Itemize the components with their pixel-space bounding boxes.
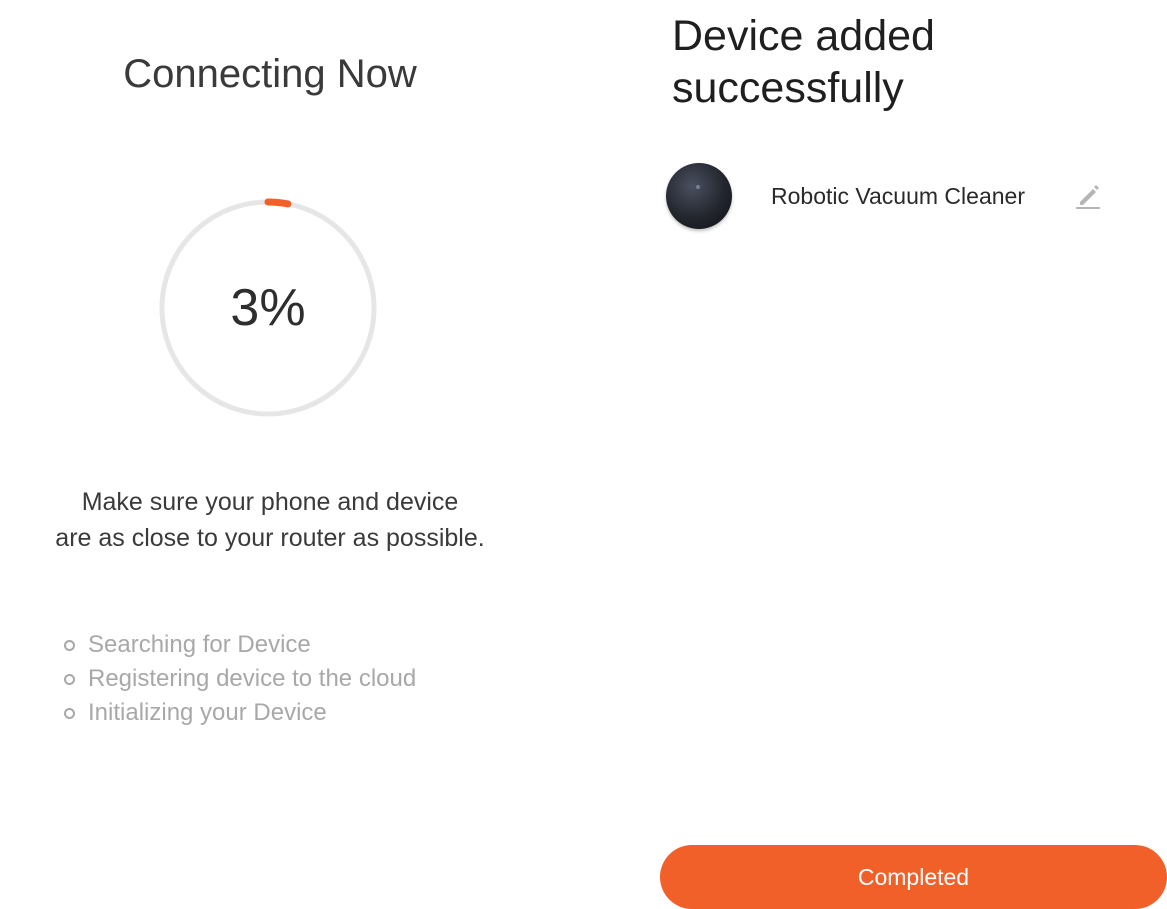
step-label: Searching for Device <box>88 631 311 658</box>
step-label: Registering device to the cloud <box>88 665 417 692</box>
proximity-hint: Make sure your phone and device are as c… <box>0 484 540 556</box>
device-added-title: Device added successfully <box>672 10 935 114</box>
step-registering: Registering device to the cloud <box>64 662 416 696</box>
device-row: Robotic Vacuum Cleaner <box>666 163 1146 233</box>
connecting-title: Connecting Now <box>123 52 417 96</box>
step-initializing: Initializing your Device <box>64 696 416 730</box>
step-circle-icon <box>64 639 75 651</box>
progress-ring: 3% <box>158 198 378 418</box>
robot-vacuum-icon <box>666 163 732 229</box>
step-circle-icon <box>64 707 75 719</box>
progress-percent: 3% <box>230 279 306 337</box>
connection-steps: Searching for Device Registering device … <box>64 628 416 730</box>
device-added-panel: Device added successfully Robotic Vacuum… <box>640 0 1167 909</box>
app-screen: Connecting Now 3% Make sure your phone a… <box>0 0 1167 909</box>
title-line-2: successfully <box>672 64 904 112</box>
hint-line-1: Make sure your phone and device <box>81 488 459 516</box>
step-label: Initializing your Device <box>88 699 327 726</box>
device-name: Robotic Vacuum Cleaner <box>771 183 1025 209</box>
pencil-icon[interactable] <box>1072 179 1104 211</box>
completed-button[interactable]: Completed <box>660 845 1167 909</box>
step-circle-icon <box>64 673 75 685</box>
connecting-panel: Connecting Now 3% Make sure your phone a… <box>0 0 540 909</box>
hint-line-2: are as close to your router as possible. <box>55 524 485 552</box>
step-searching: Searching for Device <box>64 628 416 662</box>
title-line-1: Device added <box>672 12 935 60</box>
